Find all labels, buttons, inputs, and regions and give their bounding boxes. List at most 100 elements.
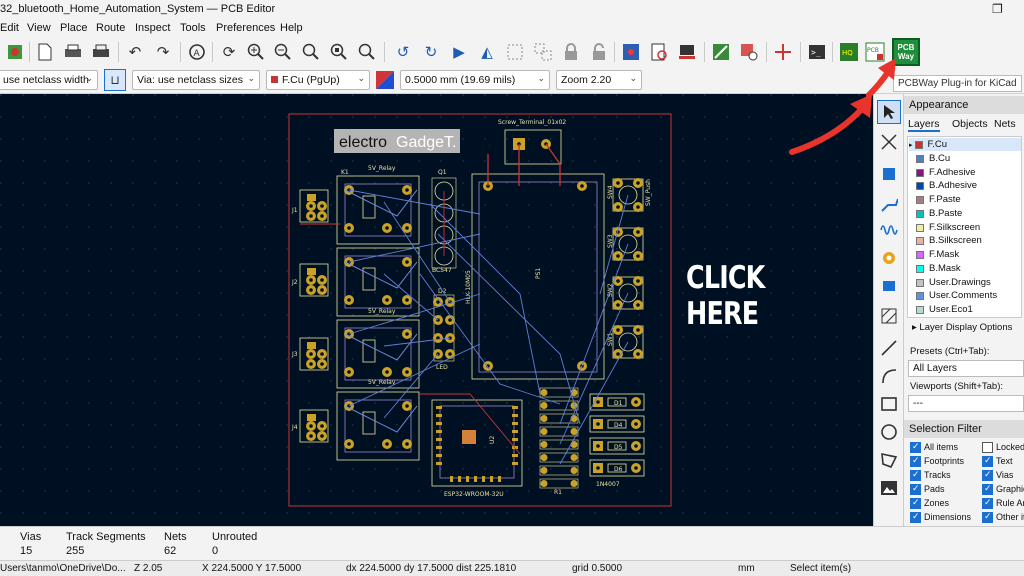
add-rule-area-icon[interactable] xyxy=(877,304,901,328)
layer-select[interactable]: F.Cu (PgUp) ⌄ xyxy=(266,70,370,90)
auto-width-icon[interactable]: ⊔ xyxy=(104,69,126,91)
chevron-down-icon: ⌄ xyxy=(357,73,365,83)
filter-tracks-checkbox[interactable] xyxy=(910,469,921,481)
python-console-icon[interactable]: >_ xyxy=(806,41,828,63)
led-label: LED xyxy=(436,364,448,371)
lock-icon[interactable] xyxy=(560,41,582,63)
layer-pair-icon[interactable] xyxy=(374,69,396,91)
zoom-in-icon[interactable] xyxy=(245,41,267,63)
add-via-icon[interactable] xyxy=(877,246,901,270)
interactive-router-icon[interactable] xyxy=(772,41,794,63)
menu-preferences[interactable]: Preferences xyxy=(216,22,275,34)
board-setup-icon[interactable] xyxy=(4,41,26,63)
layer-row-bmask[interactable]: B.Mask xyxy=(916,262,961,275)
refresh-icon[interactable]: ⟳ xyxy=(218,41,240,63)
plot-icon[interactable] xyxy=(90,41,112,63)
flip-icon[interactable]: ▶ xyxy=(448,41,470,63)
filter-other-items-checkbox[interactable] xyxy=(982,511,993,523)
layer-row-fpaste[interactable]: F.Paste xyxy=(916,193,961,206)
zoom-out-icon[interactable] xyxy=(272,41,294,63)
draw-line-icon[interactable] xyxy=(877,336,901,360)
layer-row-fcu[interactable]: ▸ F.Cu xyxy=(909,138,1021,151)
plugin-icon[interactable]: HQ xyxy=(838,41,860,63)
redo-icon[interactable]: ↷ xyxy=(152,41,174,63)
zoom-fit-icon[interactable] xyxy=(300,41,322,63)
add-image-icon[interactable] xyxy=(877,476,901,500)
find-icon[interactable]: A xyxy=(186,41,208,63)
layer-swatch xyxy=(916,278,924,287)
rotate-cw-icon[interactable]: ↻ xyxy=(420,41,442,63)
filter-pads-checkbox[interactable] xyxy=(910,483,921,495)
tab-layers[interactable]: Layers xyxy=(908,118,940,132)
filter-dimensions-checkbox[interactable] xyxy=(910,511,921,523)
filter-graphics-checkbox[interactable] xyxy=(982,483,993,495)
layer-row-user-eco1[interactable]: User.Eco1 xyxy=(916,303,973,316)
menu-route[interactable]: Route xyxy=(96,22,125,34)
active-layer-icon: ▸ xyxy=(909,141,913,149)
menu-place[interactable]: Place xyxy=(60,22,88,34)
ungroup-icon[interactable] xyxy=(532,41,554,63)
rotate-ccw-icon[interactable]: ↺ xyxy=(392,41,414,63)
undo-icon[interactable]: ↶ xyxy=(124,41,146,63)
track-segments-value: 255 xyxy=(66,545,85,557)
menu-inspect[interactable]: Inspect xyxy=(135,22,170,34)
new-file-icon[interactable] xyxy=(34,41,56,63)
footprint-editor-icon[interactable] xyxy=(676,41,698,63)
layer-display-options[interactable]: ▸ Layer Display Options xyxy=(912,322,1012,333)
draw-circle-icon[interactable] xyxy=(877,420,901,444)
add-footprint-icon[interactable] xyxy=(877,162,901,186)
tab-objects[interactable]: Objects xyxy=(952,118,988,130)
local-ratsnest-icon[interactable] xyxy=(877,130,901,154)
mirror-icon[interactable]: ◭ xyxy=(476,41,498,63)
layer-row-bpaste[interactable]: B.Paste xyxy=(916,207,962,220)
via-size-select[interactable]: Via: use netclass sizes ⌄ xyxy=(132,70,260,90)
scripting-tool-icon[interactable] xyxy=(710,41,732,63)
library-browser-icon[interactable] xyxy=(648,41,670,63)
filter-footprints-checkbox[interactable] xyxy=(910,455,921,467)
presets-select[interactable]: All Layers xyxy=(908,360,1024,377)
tab-nets[interactable]: Nets xyxy=(994,118,1016,130)
unlock-icon[interactable] xyxy=(588,41,610,63)
add-zone-icon[interactable] xyxy=(877,274,901,298)
layer-row-user-comments[interactable]: User.Comments xyxy=(916,289,997,302)
layer-row-fadhesive[interactable]: F.Adhesive xyxy=(916,166,975,179)
zoom-selection-icon[interactable] xyxy=(356,41,378,63)
filter-vias-checkbox[interactable] xyxy=(982,469,993,481)
layer-row-bcu[interactable]: B.Cu xyxy=(916,152,950,165)
filter-text-checkbox[interactable] xyxy=(982,455,993,467)
vias-header: Vias xyxy=(20,531,42,543)
menu-view[interactable]: View xyxy=(27,22,51,34)
draw-arc-icon[interactable] xyxy=(877,364,901,388)
menu-tools[interactable]: Tools xyxy=(180,22,206,34)
menu-edit[interactable]: Edit xyxy=(0,22,19,34)
select-tool-icon[interactable] xyxy=(877,100,901,124)
filter-all-items-checkbox[interactable] xyxy=(910,441,921,453)
viewports-select[interactable]: --- xyxy=(908,395,1024,412)
zoom-objects-icon[interactable] xyxy=(328,41,350,63)
filter-zones-checkbox[interactable] xyxy=(910,497,921,509)
print-icon[interactable] xyxy=(62,41,84,63)
layer-row-user-drawings[interactable]: User.Drawings xyxy=(916,276,991,289)
zoom-select[interactable]: Zoom 2.20 ⌄ xyxy=(556,70,642,90)
filter-locked-checkbox[interactable] xyxy=(982,442,993,453)
group-icon[interactable] xyxy=(504,41,526,63)
menu-help[interactable]: Help xyxy=(280,22,303,34)
message-panel: Vias Track Segments Nets Unrouted 15 255… xyxy=(0,526,1024,560)
diode-ref-4: D4 xyxy=(614,422,623,429)
draw-polygon-icon[interactable] xyxy=(877,448,901,472)
diode-ref-6: D6 xyxy=(614,466,623,473)
route-track-icon[interactable] xyxy=(877,192,901,216)
netlist-icon[interactable] xyxy=(620,41,642,63)
layer-row-fsilkscreen[interactable]: F.Silkscreen xyxy=(916,221,980,234)
pcb-canvas[interactable]: electro GadgeT. Screw_Terminal_01x02 HLK… xyxy=(0,94,873,526)
layer-row-bsilkscreen[interactable]: B.Silkscreen xyxy=(916,234,982,247)
layer-row-fmask[interactable]: F.Mask xyxy=(916,248,959,261)
track-width-select[interactable]: use netclass width ⌄ xyxy=(0,70,98,90)
layer-row-badhesive[interactable]: B.Adhesive xyxy=(916,179,977,192)
draw-rectangle-icon[interactable] xyxy=(877,392,901,416)
tune-length-icon[interactable] xyxy=(877,218,901,242)
restore-icon[interactable]: ❐ xyxy=(992,2,1003,16)
filter-rule-areas-checkbox[interactable] xyxy=(982,497,993,509)
drc-icon[interactable] xyxy=(738,41,760,63)
grid-select[interactable]: 0.5000 mm (19.69 mils) ⌄ xyxy=(400,70,550,90)
